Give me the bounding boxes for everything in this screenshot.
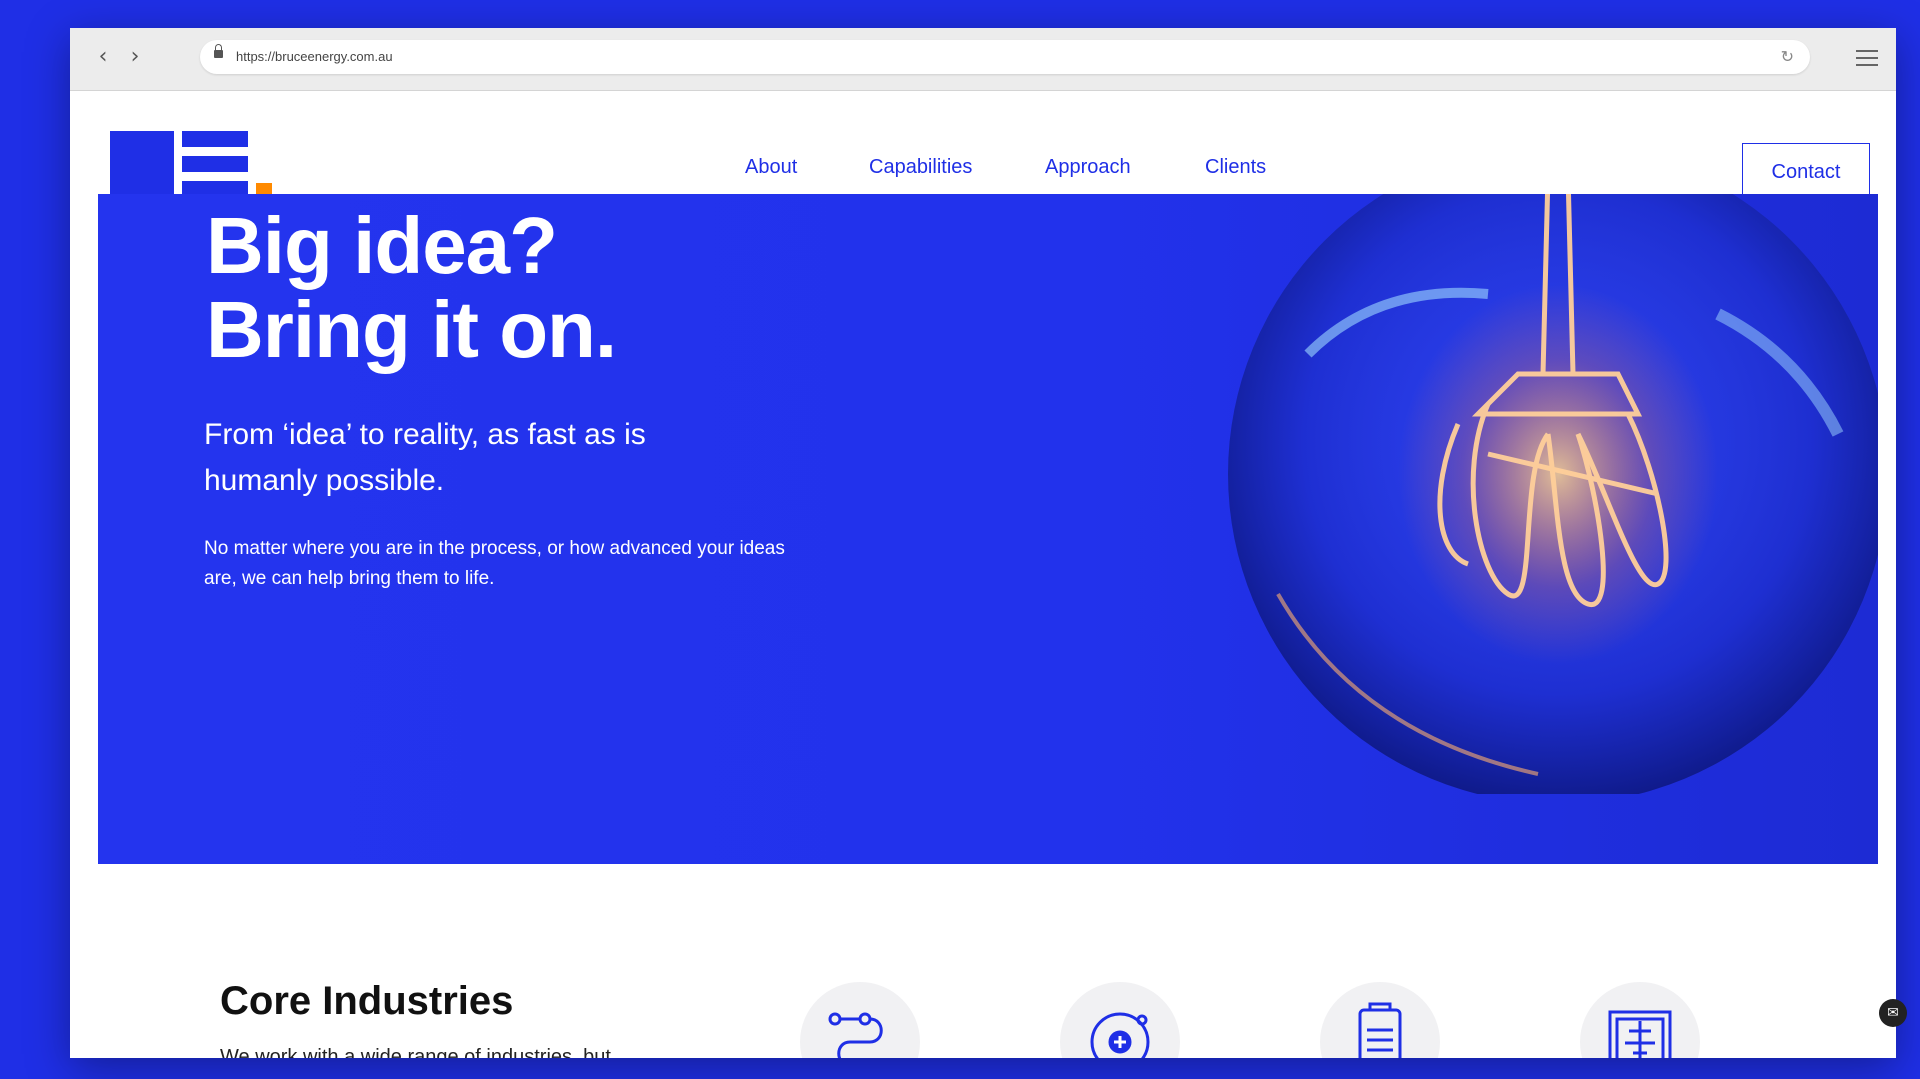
contact-button[interactable]: Contact: [1742, 143, 1870, 201]
hero-title: Big idea? Bring it on.: [206, 201, 617, 374]
chat-widget-icon[interactable]: ✉: [1879, 999, 1907, 1027]
browser-toolbar: ‹ › https://bruceenergy.com.au ↻: [70, 28, 1896, 91]
address-bar[interactable]: https://bruceenergy.com.au ↻: [200, 40, 1810, 74]
hamburger-menu-icon[interactable]: [1856, 50, 1878, 66]
battery-icon[interactable]: [1320, 982, 1440, 1058]
target-plus-icon[interactable]: [1060, 982, 1180, 1058]
lock-icon: [214, 44, 223, 58]
hero-body: No matter where you are in the process, …: [204, 538, 785, 589]
hero-subtitle: From ‘idea’ to reality, as fast as is hu…: [204, 418, 646, 497]
nav-capabilities[interactable]: Capabilities: [869, 156, 972, 179]
url-text: https://bruceenergy.com.au: [236, 49, 393, 64]
reload-icon[interactable]: ↻: [1781, 47, 1794, 66]
hero-title-line-2: Bring it on.: [206, 285, 617, 374]
hero-title-line-1: Big idea?: [206, 201, 558, 290]
industries-title: Core Industries: [220, 979, 514, 1023]
brand-logo[interactable]: [110, 131, 272, 201]
lightbulb-image: [1228, 194, 1878, 794]
core-industries-section: Core Industries We work with a wide rang…: [70, 864, 1896, 1058]
nav-about[interactable]: About: [745, 156, 797, 179]
nav-approach[interactable]: Approach: [1045, 156, 1131, 179]
browser-window: ‹ › https://bruceenergy.com.au ↻ About C…: [70, 28, 1896, 1058]
circuit-icon[interactable]: [1580, 982, 1700, 1058]
industries-text: We work with a wide range of industries,…: [220, 1046, 611, 1058]
flow-icon[interactable]: [800, 982, 920, 1058]
nav-clients[interactable]: Clients: [1205, 156, 1266, 179]
hero-section: Big idea? Bring it on. From ‘idea’ to re…: [98, 194, 1878, 864]
forward-icon[interactable]: ›: [124, 46, 146, 68]
back-icon[interactable]: ‹: [92, 46, 114, 68]
